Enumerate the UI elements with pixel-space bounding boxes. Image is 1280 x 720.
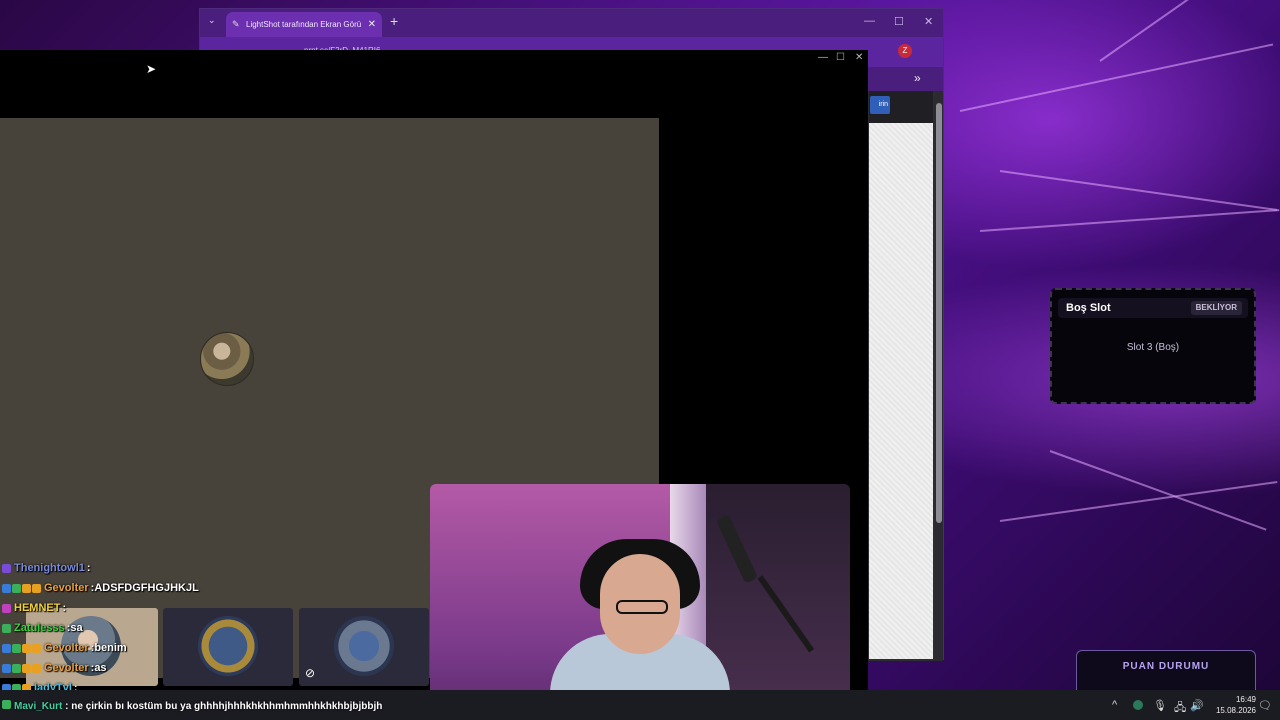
badge-icon <box>2 603 11 613</box>
chat-username[interactable]: Mavi_Kurt <box>14 701 62 712</box>
chat-message: as <box>94 662 107 674</box>
chat-username[interactable]: HEMNET <box>14 598 60 618</box>
chat-separator: : <box>86 562 91 574</box>
clock-date: 15.08.2026 <box>1215 706 1256 715</box>
badge-icon <box>32 663 41 673</box>
badge-group <box>2 603 11 613</box>
browser-tab-title: LightShot tarafından Ekran Görü <box>246 20 362 29</box>
browser-close-button[interactable]: ✕ <box>924 15 933 28</box>
page-action-button[interactable]: irin <box>870 96 890 114</box>
points-title: PUAN DURUMU <box>1122 661 1210 672</box>
chat-line: HEMNET : <box>2 598 432 618</box>
badge-group <box>2 563 11 573</box>
slot-header: Boş Slot BEKLİYOR <box>1058 298 1248 318</box>
browser-maximize-button[interactable]: ☐ <box>894 15 904 28</box>
chat-username[interactable]: Zatulesss <box>14 618 65 638</box>
badge-group <box>2 663 41 673</box>
chat-username[interactable]: Gevolter <box>44 578 89 598</box>
slot-card: Boş Slot BEKLİYOR Slot 3 (Boş) <box>1050 288 1256 404</box>
badge-icon <box>12 663 21 673</box>
browser-tab-bar: ⌄ ✎ LightShot tarafından Ekran Görü ✕ + … <box>200 9 943 37</box>
chat-separator: : <box>62 602 67 614</box>
clock-time: 16:49 <box>1235 695 1256 704</box>
badge-icon <box>2 583 11 593</box>
capture-minimize-button[interactable]: — <box>818 52 828 63</box>
badge-group <box>2 643 41 653</box>
badge-group <box>2 623 11 633</box>
tray-app-icon[interactable] <box>1133 700 1143 710</box>
capture-maximize-button[interactable]: ☐ <box>836 52 845 63</box>
tray-overflow-icon[interactable]: ^ <box>1112 699 1117 711</box>
avatar <box>200 332 254 386</box>
chat-message: benim <box>94 642 127 654</box>
slot-title: Boş Slot <box>1066 302 1111 314</box>
badge-icon <box>2 700 11 709</box>
chat-line: Zatulesss : sa <box>2 618 432 638</box>
chat-line: Gevolter : as <box>2 658 432 678</box>
badge-group <box>2 583 41 593</box>
chat-message: sa <box>70 622 83 634</box>
badge-icon <box>22 583 31 593</box>
badge-icon <box>2 643 11 653</box>
feather-icon: ✎ <box>232 19 240 29</box>
chat-message: ADSFDGFHGJHKJL <box>94 582 199 594</box>
chat-message: ne çirkin bı kostüm bu ya ghhhhjhhhkhkhh… <box>71 701 383 712</box>
scrollbar-thumb[interactable] <box>936 103 942 523</box>
badge-icon <box>32 583 41 593</box>
browser-tab-lightshot[interactable]: ✎ LightShot tarafından Ekran Görü ✕ <box>226 12 382 37</box>
network-icon[interactable]: 🖧 <box>1174 699 1186 718</box>
chat-username[interactable]: Thenightowl1 <box>14 558 85 578</box>
badge-icon <box>12 643 21 653</box>
notification-icon[interactable]: 🗨 <box>1258 699 1272 712</box>
badge-icon <box>32 643 41 653</box>
page-scrollbar[interactable] <box>935 91 943 661</box>
new-tab-button[interactable]: + <box>390 13 398 29</box>
browser-minimize-button[interactable]: — <box>864 15 875 27</box>
bookmarks-overflow-icon[interactable]: » <box>914 71 921 85</box>
badge-icon <box>2 663 11 673</box>
chat-line: Gevolter : ADSFDGFHGJHKJL <box>2 578 432 598</box>
chat-separator: : <box>62 701 72 712</box>
glasses <box>616 600 668 614</box>
capture-close-button[interactable]: ✕ <box>855 52 863 63</box>
badge-icon <box>22 663 31 673</box>
taskbar-clock[interactable]: 16:49 15.08.2026 <box>1208 694 1256 716</box>
tab-close-button[interactable]: ✕ <box>368 12 376 37</box>
badge-icon <box>2 563 11 573</box>
webcam-feed <box>430 484 850 720</box>
tab-list-button[interactable]: ⌄ <box>208 15 216 26</box>
profile-avatar[interactable]: Z <box>898 44 912 58</box>
speaker-icon[interactable]: 🔊 <box>1190 699 1204 712</box>
status-badge: BEKLİYOR <box>1190 301 1242 315</box>
slot-body-text: Slot 3 (Boş) <box>1126 342 1180 353</box>
chat-line: Thenightowl1 : <box>2 558 432 578</box>
chat-username[interactable]: Gevolter <box>44 638 89 658</box>
chat-line: Gevolter : benim <box>2 638 432 658</box>
badge-icon <box>22 643 31 653</box>
mic-icon[interactable]: 🎙 <box>1153 699 1167 712</box>
badge-icon <box>2 623 11 633</box>
page-background <box>869 123 933 659</box>
chat-overlay: Thenightowl1 : Gevolter : ADSFDGFHGJHKJL… <box>2 558 432 698</box>
chat-line-bottom: Mavi_Kurt : ne çirkin bı kostüm bu ya gh… <box>2 700 382 712</box>
cursor-icon: ➤ <box>146 62 157 76</box>
badge-icon <box>12 583 21 593</box>
chat-username[interactable]: Gevolter <box>44 658 89 678</box>
